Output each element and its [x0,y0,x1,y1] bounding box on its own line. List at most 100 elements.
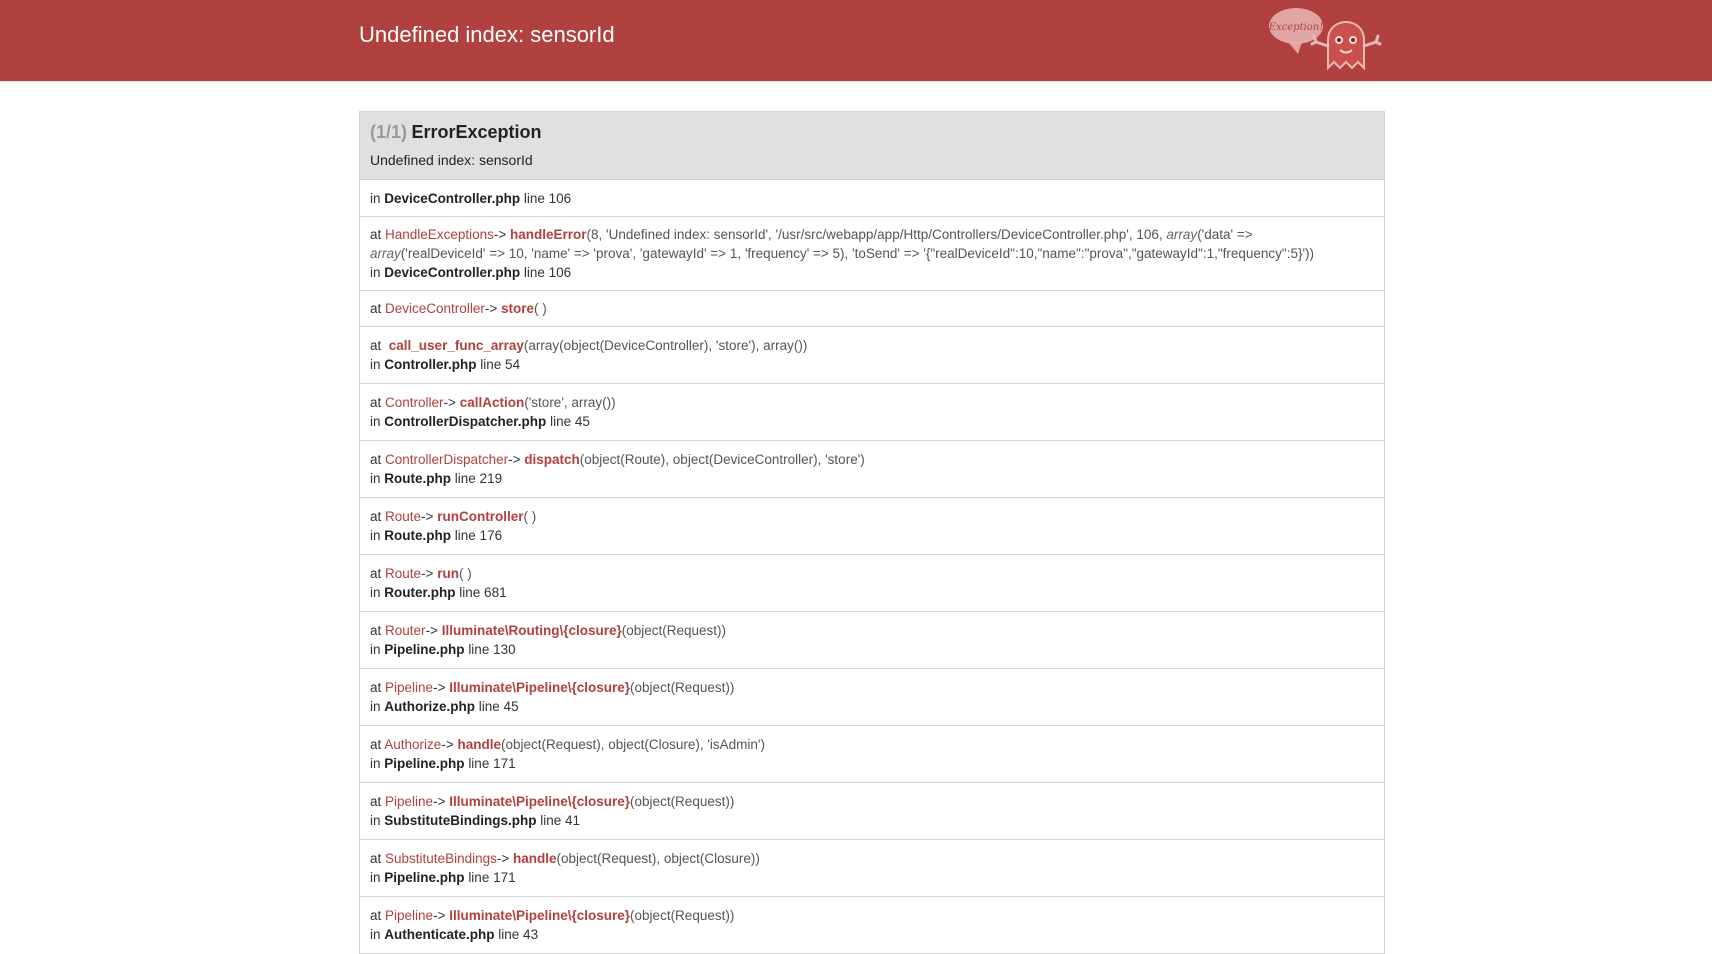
text-fragment: -> [433,908,446,923]
stack-frame: at Pipeline-> Illuminate\Pipeline\{closu… [360,897,1384,954]
stack-frame: at Authorize-> handle(object(Request), o… [360,726,1384,783]
frame-function: call_user_func_array [388,338,524,353]
frame-function: runController [437,509,524,524]
stack-frame: at Route-> runController( ) in Route.php… [360,498,1384,555]
text-fragment: in [370,699,381,714]
stack-frame: at Controller-> callAction('store', arra… [360,384,1384,441]
text-fragment: -> [421,509,434,524]
text-fragment: at [370,452,382,467]
stack-frame: at Router-> Illuminate\Routing\{closure}… [360,612,1384,669]
line-number: line 130 [468,642,516,657]
frame-class: Pipeline [385,908,434,923]
text-fragment: -> [433,680,446,695]
frame-function: run [437,566,459,581]
text-fragment: -> [433,794,446,809]
frame-args: (object(Request), object(Closure), 'isAd… [501,737,765,752]
line-number: line 681 [459,585,507,600]
file-name: Route.php [384,471,452,486]
frame-args: (array(object(DeviceController), 'store'… [523,338,808,353]
line-number: line 45 [478,699,519,714]
text-fragment: at [370,509,382,524]
stack-frame: at Route-> run( ) in Router.php line 681 [360,555,1384,612]
line-number: line 106 [523,190,572,206]
file-name: Router.php [384,585,456,600]
frame-args: (object(Route), object(DeviceController)… [579,452,865,467]
frame-class: Route [385,509,422,524]
text-fragment: in [370,265,381,280]
frame-class: Pipeline [385,794,434,809]
text-fragment: -> [425,623,438,638]
line-number: line 54 [480,357,521,372]
frame-function: dispatch [524,452,580,467]
file-name: DeviceController.php [384,265,521,280]
text-fragment: -> [493,227,507,242]
line-number: line 106 [523,265,572,280]
text-fragment: at [370,395,382,410]
frame-class: DeviceController [385,301,485,316]
file-name: Pipeline.php [384,870,465,885]
file-name: Pipeline.php [384,756,465,771]
text-fragment: at [370,566,382,581]
stack-frame: at call_user_func_array(array(object(Dev… [360,327,1384,384]
text-fragment: ('realDeviceId' => 10, 'name' => 'prova'… [400,246,1315,261]
frame-class: Router [385,623,426,638]
file-name: DeviceController.php [384,190,521,206]
file-name: Controller.php [384,357,477,372]
frame-function: handleError [510,227,587,242]
file-name: Authorize.php [384,699,476,714]
frame-function: handle [513,851,557,866]
file-name: Pipeline.php [384,642,465,657]
line-number: line 43 [498,927,539,942]
stack-frame: at ControllerDispatcher-> dispatch(objec… [360,441,1384,498]
stack-frame: at DeviceController-> store( ) [360,291,1384,327]
frame-args: (object(Request)) [621,623,727,638]
line-number: line 176 [454,528,503,543]
text-fragment: at [370,794,382,809]
file-name: Authenticate.php [384,927,495,942]
text-fragment: in [370,642,381,657]
frame-function: store [500,301,534,316]
frame-class: Authorize [384,737,442,752]
text-fragment: in [370,528,381,543]
frame-function: callAction [459,395,525,410]
frame-class: Pipeline [385,680,434,695]
text-fragment: at [370,338,382,353]
line-number: line 45 [550,414,590,429]
stack-frame: at Pipeline-> Illuminate\Pipeline\{closu… [360,783,1384,840]
text-fragment: in [370,927,381,942]
frame-args: ( ) [523,509,537,524]
text-fragment: -> [441,737,454,752]
exception-block: (1/1) ErrorException Undefined index: se… [359,111,1385,954]
logo-text: Exception! [1268,22,1323,33]
stack-frame: at SubstituteBindings-> handle(object(Re… [360,840,1384,897]
exception-location: in DeviceController.php line 106 [360,180,1384,217]
error-header-bar: Undefined index: sensorId Exception! [0,0,1712,81]
text-fragment: -> [484,301,498,316]
text-fragment: in [370,585,381,600]
text-fragment: at [370,737,382,752]
stack-frame: at HandleExceptions-> handleError(8, 'Un… [360,217,1384,291]
text-fragment: -> [421,566,434,581]
exception-summary: (1/1) ErrorException Undefined index: se… [360,112,1384,180]
stack-frame: at Pipeline-> Illuminate\Pipeline\{closu… [360,669,1384,726]
frame-args: (object(Request), object(Closure)) [556,851,760,866]
text-fragment: (8, 'Undefined index: sensorId', '/usr/s… [586,227,1167,242]
line-number: line 41 [540,813,581,828]
frame-function: Illuminate\Pipeline\{closure} [449,680,631,695]
frame-function: Illuminate\Pipeline\{closure} [449,794,631,809]
text-fragment: array [1166,227,1198,242]
frame-function: handle [457,737,501,752]
text-fragment: at [370,908,382,923]
frame-function: Illuminate\Routing\{closure} [441,623,622,638]
frame-args: (object(Request)) [630,908,735,923]
file-name: ControllerDispatcher.php [384,414,547,429]
text-fragment: at [370,851,382,866]
file-name: SubstituteBindings.php [384,813,537,828]
frame-class: Route [385,566,422,581]
exception-class: ErrorException [411,122,542,142]
text-fragment: -> [508,452,521,467]
frame-class: ControllerDispatcher [385,452,509,467]
exception-message: Undefined index: sensorId [370,152,533,168]
frame-args: (object(Request)) [630,794,735,809]
text-fragment: in [370,756,381,771]
